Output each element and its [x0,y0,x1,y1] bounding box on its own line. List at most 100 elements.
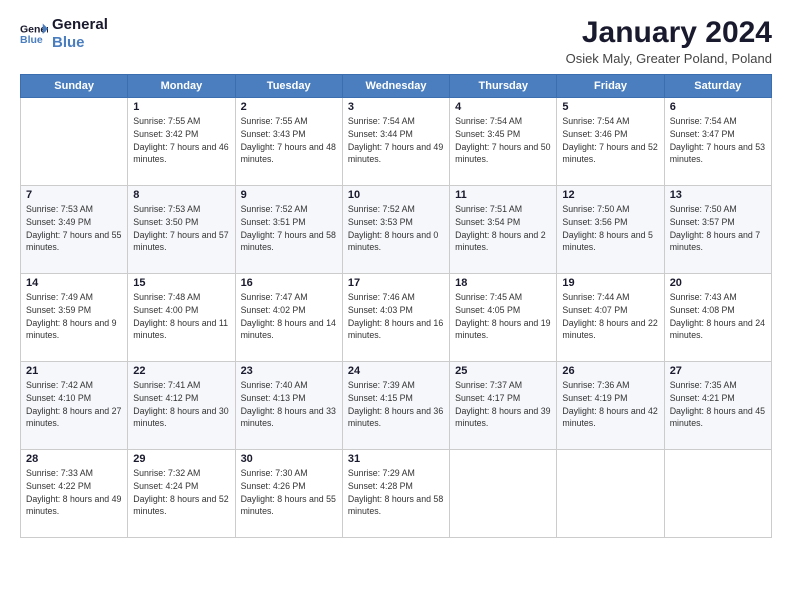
table-row: 7 Sunrise: 7:53 AMSunset: 3:49 PMDaylight… [21,186,128,274]
day-info: Sunrise: 7:46 AMSunset: 4:03 PMDaylight:… [348,291,444,342]
day-number: 27 [670,365,766,377]
day-number: 13 [670,189,766,201]
day-number: 12 [562,189,658,201]
table-row: 4Sunrise: 7:54 AMSunset: 3:45 PMDaylight… [450,98,557,186]
day-number: 10 [348,189,444,201]
table-row: 27 Sunrise: 7:35 AMSunset: 4:21 PMDayligh… [664,362,771,450]
table-row: 24 Sunrise: 7:39 AMSunset: 4:15 PMDayligh… [342,362,449,450]
day-info: Sunrise: 7:52 AMSunset: 3:53 PMDaylight:… [348,203,444,254]
header-saturday: Saturday [664,75,771,98]
header-thursday: Thursday [450,75,557,98]
day-number: 19 [562,277,658,289]
day-info: Sunrise: 7:41 AMSunset: 4:12 PMDaylight:… [133,379,229,430]
day-info: Sunrise: 7:44 AMSunset: 4:07 PMDaylight:… [562,291,658,342]
table-row: 30Sunrise: 7:30 AMSunset: 4:26 PMDayligh… [235,450,342,538]
table-row: 20 Sunrise: 7:43 AMSunset: 4:08 PMDayligh… [664,274,771,362]
day-number: 17 [348,277,444,289]
table-row: 16 Sunrise: 7:47 AMSunset: 4:02 PMDayligh… [235,274,342,362]
table-row [557,450,664,538]
day-number: 21 [26,365,122,377]
table-row [450,450,557,538]
day-info: Sunrise: 7:32 AMSunset: 4:24 PMDaylight:… [133,467,229,518]
day-number: 5 [562,101,658,113]
logo-text: General Blue [52,16,108,52]
day-number: 11 [455,189,551,201]
calendar-table: Sunday Monday Tuesday Wednesday Thursday… [20,74,772,538]
table-row: 8 Sunrise: 7:53 AMSunset: 3:50 PMDaylight… [128,186,235,274]
day-number: 20 [670,277,766,289]
day-info: Sunrise: 7:29 AMSunset: 4:28 PMDaylight:… [348,467,444,518]
calendar-week-5: 28 Sunrise: 7:33 AMSunset: 4:22 PMDayligh… [21,450,772,538]
day-number: 8 [133,189,229,201]
day-info: Sunrise: 7:45 AMSunset: 4:05 PMDaylight:… [455,291,551,342]
day-number: 3 [348,101,444,113]
day-info: Sunrise: 7:36 AMSunset: 4:19 PMDaylight:… [562,379,658,430]
day-number: 16 [241,277,337,289]
day-info: Sunrise: 7:33 AMSunset: 4:22 PMDaylight:… [26,467,122,518]
header-monday: Monday [128,75,235,98]
calendar-week-3: 14 Sunrise: 7:49 AMSunset: 3:59 PMDayligh… [21,274,772,362]
table-row: 25 Sunrise: 7:37 AMSunset: 4:17 PMDayligh… [450,362,557,450]
title-block: January 2024 Osiek Maly, Greater Poland,… [566,16,772,66]
calendar-subtitle: Osiek Maly, Greater Poland, Poland [566,51,772,66]
day-info: Sunrise: 7:47 AMSunset: 4:02 PMDaylight:… [241,291,337,342]
table-row: 11 Sunrise: 7:51 AMSunset: 3:54 PMDayligh… [450,186,557,274]
header-friday: Friday [557,75,664,98]
table-row: 18Sunrise: 7:45 AMSunset: 4:05 PMDayligh… [450,274,557,362]
table-row [664,450,771,538]
table-row: 1 Sunrise: 7:55 AMSunset: 3:42 PMDaylight… [128,98,235,186]
day-info: Sunrise: 7:52 AMSunset: 3:51 PMDaylight:… [241,203,337,254]
day-number: 7 [26,189,122,201]
day-number: 14 [26,277,122,289]
calendar-week-4: 21Sunrise: 7:42 AMSunset: 4:10 PMDayligh… [21,362,772,450]
table-row: 3 Sunrise: 7:54 AMSunset: 3:44 PMDaylight… [342,98,449,186]
logo: General Blue General Blue [20,16,108,52]
day-info: Sunrise: 7:40 AMSunset: 4:13 PMDaylight:… [241,379,337,430]
table-row: 21Sunrise: 7:42 AMSunset: 4:10 PMDayligh… [21,362,128,450]
table-row: 17 Sunrise: 7:46 AMSunset: 4:03 PMDayligh… [342,274,449,362]
day-number: 29 [133,453,229,465]
table-row: 15 Sunrise: 7:48 AMSunset: 4:00 PMDayligh… [128,274,235,362]
calendar-header-row: Sunday Monday Tuesday Wednesday Thursday… [21,75,772,98]
day-number: 25 [455,365,551,377]
day-info: Sunrise: 7:49 AMSunset: 3:59 PMDaylight:… [26,291,122,342]
day-number: 23 [241,365,337,377]
table-row: 2Sunrise: 7:55 AMSunset: 3:43 PMDaylight… [235,98,342,186]
calendar-week-2: 7 Sunrise: 7:53 AMSunset: 3:49 PMDaylight… [21,186,772,274]
day-info: Sunrise: 7:43 AMSunset: 4:08 PMDaylight:… [670,291,766,342]
day-info: Sunrise: 7:48 AMSunset: 4:00 PMDaylight:… [133,291,229,342]
day-info: Sunrise: 7:37 AMSunset: 4:17 PMDaylight:… [455,379,551,430]
day-number: 9 [241,189,337,201]
day-info: Sunrise: 7:51 AMSunset: 3:54 PMDaylight:… [455,203,551,254]
day-info: Sunrise: 7:50 AMSunset: 3:57 PMDaylight:… [670,203,766,254]
day-number: 24 [348,365,444,377]
day-info: Sunrise: 7:53 AMSunset: 3:50 PMDaylight:… [133,203,229,254]
header-sunday: Sunday [21,75,128,98]
day-info: Sunrise: 7:55 AMSunset: 3:42 PMDaylight:… [133,115,229,166]
calendar-page: General Blue General Blue January 2024 O… [0,0,792,612]
table-row: 13 Sunrise: 7:50 AMSunset: 3:57 PMDayligh… [664,186,771,274]
day-number: 28 [26,453,122,465]
table-row: 26Sunrise: 7:36 AMSunset: 4:19 PMDayligh… [557,362,664,450]
day-info: Sunrise: 7:50 AMSunset: 3:56 PMDaylight:… [562,203,658,254]
table-row: 19 Sunrise: 7:44 AMSunset: 4:07 PMDayligh… [557,274,664,362]
day-number: 4 [455,101,551,113]
table-row: 28 Sunrise: 7:33 AMSunset: 4:22 PMDayligh… [21,450,128,538]
day-info: Sunrise: 7:39 AMSunset: 4:15 PMDaylight:… [348,379,444,430]
table-row: 12 Sunrise: 7:50 AMSunset: 3:56 PMDayligh… [557,186,664,274]
day-info: Sunrise: 7:54 AMSunset: 3:44 PMDaylight:… [348,115,444,166]
day-number: 15 [133,277,229,289]
table-row: 14 Sunrise: 7:49 AMSunset: 3:59 PMDayligh… [21,274,128,362]
table-row: 22Sunrise: 7:41 AMSunset: 4:12 PMDayligh… [128,362,235,450]
day-number: 2 [241,101,337,113]
day-info: Sunrise: 7:53 AMSunset: 3:49 PMDaylight:… [26,203,122,254]
day-info: Sunrise: 7:54 AMSunset: 3:46 PMDaylight:… [562,115,658,166]
day-info: Sunrise: 7:35 AMSunset: 4:21 PMDaylight:… [670,379,766,430]
table-row: 5 Sunrise: 7:54 AMSunset: 3:46 PMDaylight… [557,98,664,186]
table-row: 6Sunrise: 7:54 AMSunset: 3:47 PMDaylight… [664,98,771,186]
day-number: 31 [348,453,444,465]
table-row: 29 Sunrise: 7:32 AMSunset: 4:24 PMDayligh… [128,450,235,538]
day-number: 1 [133,101,229,113]
day-number: 6 [670,101,766,113]
day-info: Sunrise: 7:30 AMSunset: 4:26 PMDaylight:… [241,467,337,518]
